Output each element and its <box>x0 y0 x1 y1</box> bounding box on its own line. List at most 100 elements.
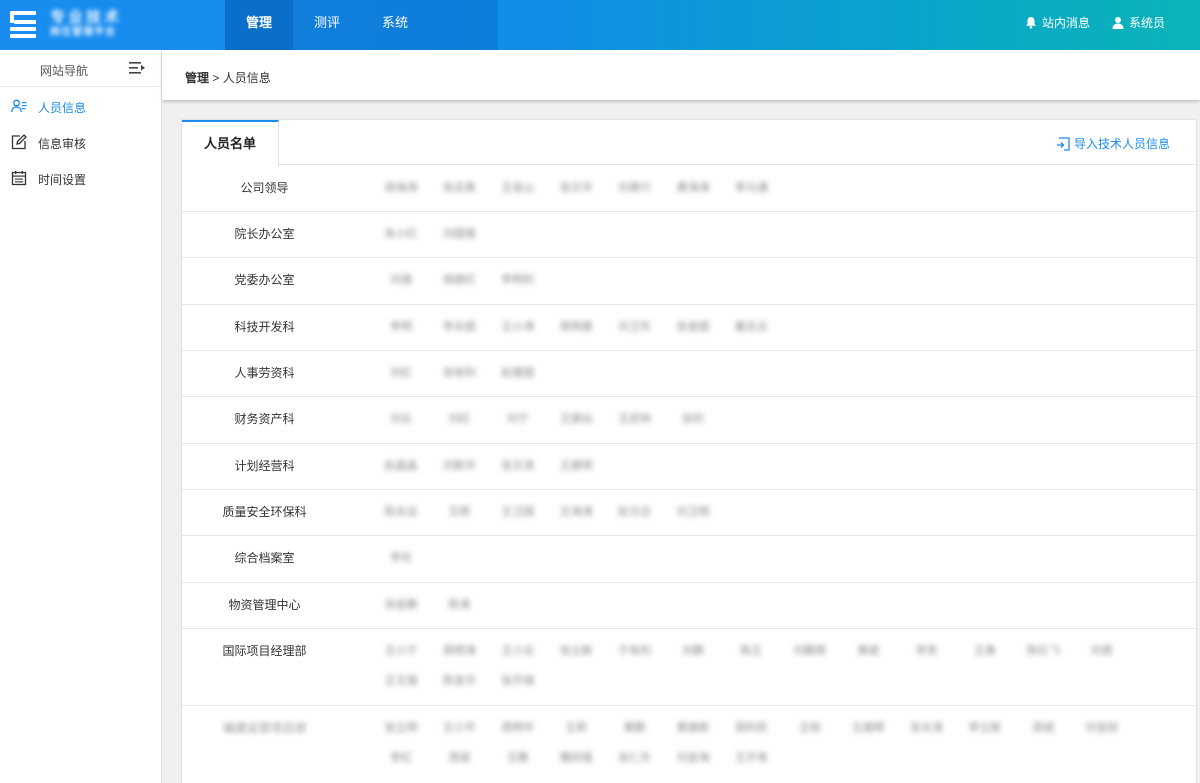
person-name[interactable]: 张利 <box>673 410 713 426</box>
person-name[interactable]: 张立明 <box>381 719 421 735</box>
top-nav-manage[interactable]: 管理 <box>225 0 293 50</box>
person-name[interactable]: 刘金海 <box>673 749 713 765</box>
breadcrumb-separator: > <box>212 71 220 85</box>
person-name[interactable]: 王小涛 <box>498 318 538 334</box>
person-name[interactable]: 刘卫明 <box>673 503 713 519</box>
person-name[interactable]: 王建明 <box>556 457 596 473</box>
bell-icon <box>1025 17 1036 29</box>
person-name[interactable]: 王武林 <box>615 410 655 426</box>
top-nav-system[interactable]: 系统 <box>361 0 429 50</box>
person-name[interactable]: 朱小红 <box>381 225 421 241</box>
import-personnel-button[interactable]: 导入技术人员信息 <box>1056 135 1170 152</box>
sidebar-item-personnel[interactable]: 人员信息 <box>0 92 161 120</box>
person-name[interactable]: 刘国强 <box>439 225 479 241</box>
person-name[interactable]: 赵晶晶 <box>381 457 421 473</box>
person-name[interactable]: 周斌 <box>1023 719 1063 735</box>
person-name[interactable]: 李红 <box>381 749 421 765</box>
person-name[interactable]: 张文清 <box>498 457 538 473</box>
person-name[interactable]: 刘红 <box>381 364 421 380</box>
user-menu[interactable]: 系统员 <box>1112 14 1165 31</box>
person-name[interactable]: 刘鹏 <box>673 642 713 658</box>
person-name[interactable]: 李元通 <box>731 179 771 195</box>
person-name[interactable]: 李立新 <box>965 719 1005 735</box>
person-name[interactable]: 王卫国 <box>498 503 538 519</box>
person-name[interactable]: 赵文达 <box>615 503 655 519</box>
person-name[interactable]: 王柏 <box>790 719 830 735</box>
person-name[interactable]: 王勇 <box>965 642 1005 658</box>
person-name[interactable]: 陈永远 <box>381 503 421 519</box>
person-name[interactable]: 王海涛 <box>556 503 596 519</box>
sidebar-item-time-settings[interactable]: 时间设置 <box>0 164 161 192</box>
top-nav-assessment[interactable]: 测评 <box>293 0 361 50</box>
person-name[interactable]: 刘鹏辉 <box>790 642 830 658</box>
person-name[interactable]: 黄海涛 <box>673 179 713 195</box>
person-name[interactable]: 刘卫东 <box>615 318 655 334</box>
person-name[interactable]: 王辉 <box>439 503 479 519</box>
person-name[interactable]: 王建仙 <box>556 410 596 426</box>
person-name[interactable]: 刘斯华 <box>439 457 479 473</box>
collapse-menu-icon[interactable] <box>128 60 146 76</box>
person-name[interactable]: 黄鹏 <box>615 719 655 735</box>
person-name[interactable]: 戴志云 <box>731 318 771 334</box>
person-name[interactable]: 张文华 <box>556 179 596 195</box>
person-name[interactable]: 张志勇 <box>439 179 479 195</box>
person-name[interactable]: 周明华 <box>498 719 538 735</box>
person-name[interactable]: 陈红飞 <box>1023 642 1063 658</box>
breadcrumb-current: 人员信息 <box>222 71 271 85</box>
person-name[interactable]: 王金山 <box>498 179 538 195</box>
logo[interactable]: 专业技术 岗位管理平台 <box>6 4 156 46</box>
person-name[interactable]: 张有利 <box>439 364 479 380</box>
person-name[interactable]: 刘云 <box>381 410 421 426</box>
sidebar-item-review[interactable]: 信息审核 <box>0 128 161 156</box>
person-name[interactable]: 李笑 <box>907 642 947 658</box>
person-name[interactable]: 张开瑞 <box>498 672 538 688</box>
person-name[interactable]: 刘宁 <box>498 410 538 426</box>
person-name[interactable]: 张金国 <box>673 318 713 334</box>
person-name[interactable]: 黄建新 <box>673 719 713 735</box>
person-name[interactable]: 王鹏 <box>498 749 538 765</box>
person-name[interactable]: 王莉 <box>556 719 596 735</box>
person-name[interactable]: 刘勇行 <box>615 179 655 195</box>
department-name: 质量安全环保科 <box>222 505 307 519</box>
person-name[interactable]: 陈正 <box>731 642 771 658</box>
person-name[interactable]: 陈清 <box>439 596 479 612</box>
person-name[interactable]: 刘宝财 <box>1082 719 1122 735</box>
person-name[interactable]: 王开来 <box>731 749 771 765</box>
messages-link[interactable]: 站内消息 <box>1025 14 1090 31</box>
person-name[interactable]: 赵建国 <box>498 364 538 380</box>
person-name[interactable]: 黄斌 <box>848 642 888 658</box>
person-name[interactable]: 张仁东 <box>615 749 655 765</box>
person-name[interactable]: 周利民 <box>731 719 771 735</box>
person-name[interactable]: 周明涛 <box>439 642 479 658</box>
person-name[interactable]: 王小平 <box>439 719 479 735</box>
tab-personnel-list[interactable]: 人员名单 <box>182 120 279 166</box>
person-name[interactable]: 李永超 <box>439 318 479 334</box>
person-name[interactable]: 陈金华 <box>439 672 479 688</box>
person-name[interactable]: 王建辉 <box>848 719 888 735</box>
department-name: 公司领导 <box>240 181 289 195</box>
person-name[interactable]: 李明 <box>381 318 421 334</box>
person-name[interactable]: 张金鹏 <box>381 596 421 612</box>
person-name[interactable]: 王小宁 <box>381 642 421 658</box>
person-name[interactable]: 李欢 <box>381 549 421 565</box>
person-name[interactable]: 张水清 <box>907 719 947 735</box>
logo-subtitle: 岗位管理平台 <box>50 27 116 38</box>
department-name: 财务资产科 <box>234 412 295 426</box>
person-name[interactable]: 刘君 <box>1082 642 1122 658</box>
breadcrumb-root[interactable]: 管理 <box>185 71 209 85</box>
person-name[interactable]: 周明建 <box>556 318 596 334</box>
person-name[interactable]: 张立新 <box>556 642 596 658</box>
person-name[interactable]: 王小云 <box>498 642 538 658</box>
person-name[interactable]: 刘红 <box>439 410 479 426</box>
person-name[interactable]: 王文强 <box>381 672 421 688</box>
person-name[interactable]: 于有利 <box>615 642 655 658</box>
department-row: 计划经营科 赵晶晶 刘斯华 张文清 王建明 <box>182 444 1196 490</box>
person-name[interactable]: 刘强 <box>381 271 421 287</box>
person-name[interactable]: 李明利 <box>498 271 538 287</box>
person-name[interactable]: 魏欣强 <box>556 749 596 765</box>
person-name[interactable]: 胡建红 <box>439 271 479 287</box>
person-name[interactable]: 周斌 <box>439 749 479 765</box>
user-label: 系统员 <box>1128 16 1165 30</box>
person-name[interactable]: 胡海涛 <box>381 179 421 195</box>
department-row: 国际项目经理部 王小宁 周明涛 王小云 张立新 于有利 刘鹏 陈正 刘鹏辉 黄斌 李笑 王勇 陈红飞 刘君… <box>182 629 1196 706</box>
